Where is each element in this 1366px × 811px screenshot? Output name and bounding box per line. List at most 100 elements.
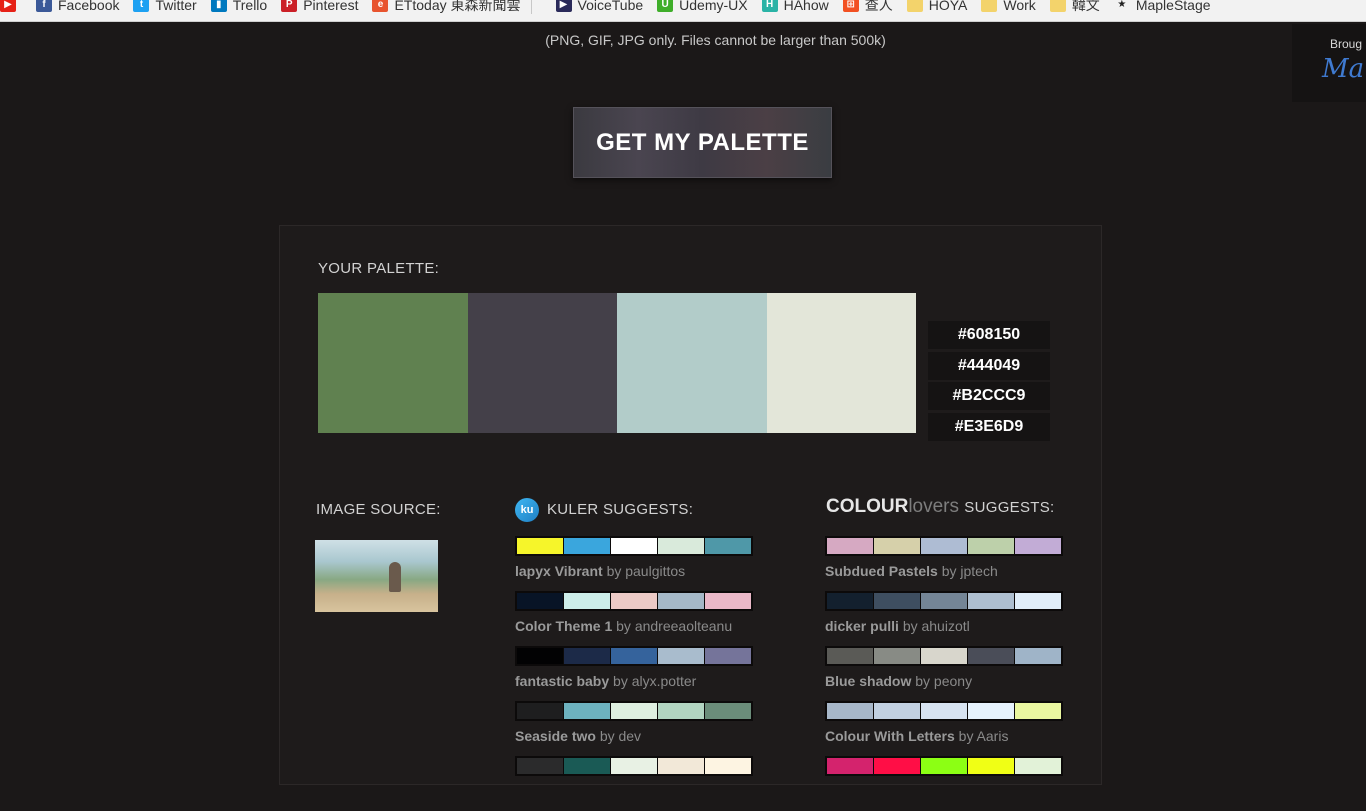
bookmark-work[interactable]: Work xyxy=(981,0,1036,13)
suggested-palette[interactable]: dicker pulli by ahuizotl xyxy=(825,591,1063,646)
palette-author[interactable]: by Aaris xyxy=(959,728,1009,744)
corner-ad-text: Broug xyxy=(1330,37,1363,51)
palette-author[interactable]: by andreeaolteanu xyxy=(616,618,732,634)
palette-name[interactable]: fantastic baby xyxy=(515,673,609,689)
bookmark-trello[interactable]: ▮ Trello xyxy=(210,0,268,13)
palette-color-chip xyxy=(611,593,657,609)
palette-color-chip xyxy=(517,538,563,554)
bookmark-hoya[interactable]: HOYA xyxy=(906,0,967,13)
palette-color-chip xyxy=(968,538,1014,554)
bookmark-youtube[interactable]: ▶ xyxy=(0,0,22,12)
youtube-icon: ▶ xyxy=(0,0,16,12)
suggested-palette-caption: lapyx Vibrant by paulgittos xyxy=(515,563,753,579)
corner-ad-logo: Ma xyxy=(1322,54,1365,84)
colourlovers-logo: COLOURlovers SUGGESTS: xyxy=(826,496,1055,518)
suggested-palette[interactable]: Color Theme 1 by andreeaolteanu xyxy=(515,591,753,646)
bookmark-label: Trello xyxy=(232,0,268,13)
palette-color-chip xyxy=(611,758,657,774)
palette-author[interactable]: by paulgittos xyxy=(607,563,686,579)
hex-code[interactable]: #E3E6D9 xyxy=(928,412,1050,441)
palette-color-chip xyxy=(658,593,704,609)
bookmark-facebook[interactable]: f Facebook xyxy=(36,0,119,13)
suggested-palette[interactable]: lapyx Vibrant by paulgittos xyxy=(515,536,753,591)
trello-icon: ▮ xyxy=(210,0,227,12)
suggested-palette-colors xyxy=(825,646,1063,666)
palette-swatch[interactable] xyxy=(467,293,617,433)
suggested-palette[interactable]: Seaside two by dev xyxy=(515,701,753,756)
bookmark-hahow[interactable]: H HAhow xyxy=(761,0,829,13)
palette-color-chip xyxy=(658,703,704,719)
palette-name[interactable]: Color Theme 1 xyxy=(515,618,612,634)
facebook-icon: f xyxy=(36,0,52,12)
palette-author[interactable]: by jptech xyxy=(942,563,998,579)
suggested-palette[interactable]: Subdued Pastels by jptech xyxy=(825,536,1063,591)
palette-color-chip xyxy=(705,648,751,664)
image-source-heading: IMAGE SOURCE: xyxy=(316,501,441,518)
upload-note: (PNG, GIF, JPG only. Files cannot be lar… xyxy=(545,32,886,48)
palette-color-chip xyxy=(658,758,704,774)
palette-color-chip xyxy=(968,758,1014,774)
palette-color-chip xyxy=(874,703,920,719)
palette-name[interactable]: dicker pulli xyxy=(825,618,899,634)
palette-color-chip xyxy=(921,703,967,719)
palette-color-chip xyxy=(827,593,873,609)
palette-color-chip xyxy=(921,648,967,664)
suggested-palette[interactable]: Blue shadow by peony xyxy=(825,646,1063,701)
palette-color-chip xyxy=(705,593,751,609)
bookmark-label: ETtoday 東森新聞雲 xyxy=(394,0,521,13)
palette-author[interactable]: by dev xyxy=(600,728,641,744)
suggested-palette-colors xyxy=(825,591,1063,611)
bookmark-pinterest[interactable]: P Pinterest xyxy=(281,0,359,13)
bookmarks-bar: ▶ f Facebook t Twitter ▮ Trello P Pinterest e ETto… xyxy=(0,0,1366,22)
colourlovers-logo-bold: COLOUR xyxy=(826,496,909,517)
bookmark-voicetube[interactable]: ▶ VoiceTube xyxy=(555,0,644,13)
palette-author[interactable]: by alyx.potter xyxy=(613,673,696,689)
suggested-palette[interactable]: Colour With Letters by Aaris xyxy=(825,701,1063,756)
bookmark-item[interactable]: 韓文 xyxy=(1049,0,1100,13)
bookmark-udemy-ux[interactable]: U Udemy-UX xyxy=(657,0,748,13)
colourlovers-suggestions: Subdued Pastels by jptech dicker pulli by… xyxy=(825,536,1063,811)
thumbnail-person xyxy=(389,562,401,592)
suggested-palette-caption: Subdued Pastels by jptech xyxy=(825,563,1063,579)
colourlovers-heading: SUGGESTS: xyxy=(964,499,1055,516)
palette-name[interactable]: Subdued Pastels xyxy=(825,563,938,579)
palette-author[interactable]: by peony xyxy=(915,673,972,689)
palette-swatch[interactable] xyxy=(766,293,916,433)
bookmark-label: HAhow xyxy=(783,0,829,13)
palette-swatch[interactable] xyxy=(617,293,767,433)
palette-name[interactable]: Seaside two xyxy=(515,728,596,744)
suggested-palette-colors xyxy=(515,756,753,776)
palette-color-chip xyxy=(827,703,873,719)
palette-swatch[interactable] xyxy=(318,293,468,433)
bookmark-item[interactable]: ⊞ 查人 xyxy=(842,0,893,13)
pinterest-icon: P xyxy=(281,0,298,12)
suggested-palette[interactable]: fantastic baby by alyx.potter xyxy=(515,646,753,701)
palette-name[interactable]: Blue shadow xyxy=(825,673,911,689)
bookmark-twitter[interactable]: t Twitter xyxy=(133,0,197,13)
palette-color-chip xyxy=(611,648,657,664)
image-source-thumbnail[interactable] xyxy=(315,540,438,612)
bookmark-ettoday[interactable]: e ETtoday 東森新聞雲 xyxy=(372,0,521,13)
bookmark-label: Twitter xyxy=(155,0,197,13)
palette-swatches xyxy=(318,293,916,433)
hex-code[interactable]: #608150 xyxy=(928,321,1050,349)
palette-color-chip xyxy=(1015,593,1061,609)
suggested-palette[interactable] xyxy=(515,756,753,811)
hex-code[interactable]: #B2CCC9 xyxy=(928,382,1050,411)
palette-name[interactable]: Colour With Letters xyxy=(825,728,955,744)
suggested-palette[interactable] xyxy=(825,756,1063,811)
bookmark-separator xyxy=(530,0,532,14)
hex-code-list: #608150 #444049 #B2CCC9 #E3E6D9 xyxy=(928,321,1050,443)
palette-color-chip xyxy=(564,538,610,554)
bookmark-label: Work xyxy=(1003,0,1036,13)
bookmark-maplestage[interactable]: ★ MapleStage xyxy=(1114,0,1210,13)
bookmark-label: VoiceTube xyxy=(577,0,644,13)
get-my-palette-button[interactable]: GET MY PALETTE xyxy=(573,107,832,178)
bookmark-label: Pinterest xyxy=(303,0,359,13)
palette-author[interactable]: by ahuizotl xyxy=(903,618,970,634)
palette-name[interactable]: lapyx Vibrant xyxy=(515,563,603,579)
suggested-palette-caption: Color Theme 1 by andreeaolteanu xyxy=(515,618,753,634)
corner-ad[interactable]: Broug Ma xyxy=(1292,24,1366,102)
palette-color-chip xyxy=(517,703,563,719)
hex-code[interactable]: #444049 xyxy=(928,351,1050,380)
